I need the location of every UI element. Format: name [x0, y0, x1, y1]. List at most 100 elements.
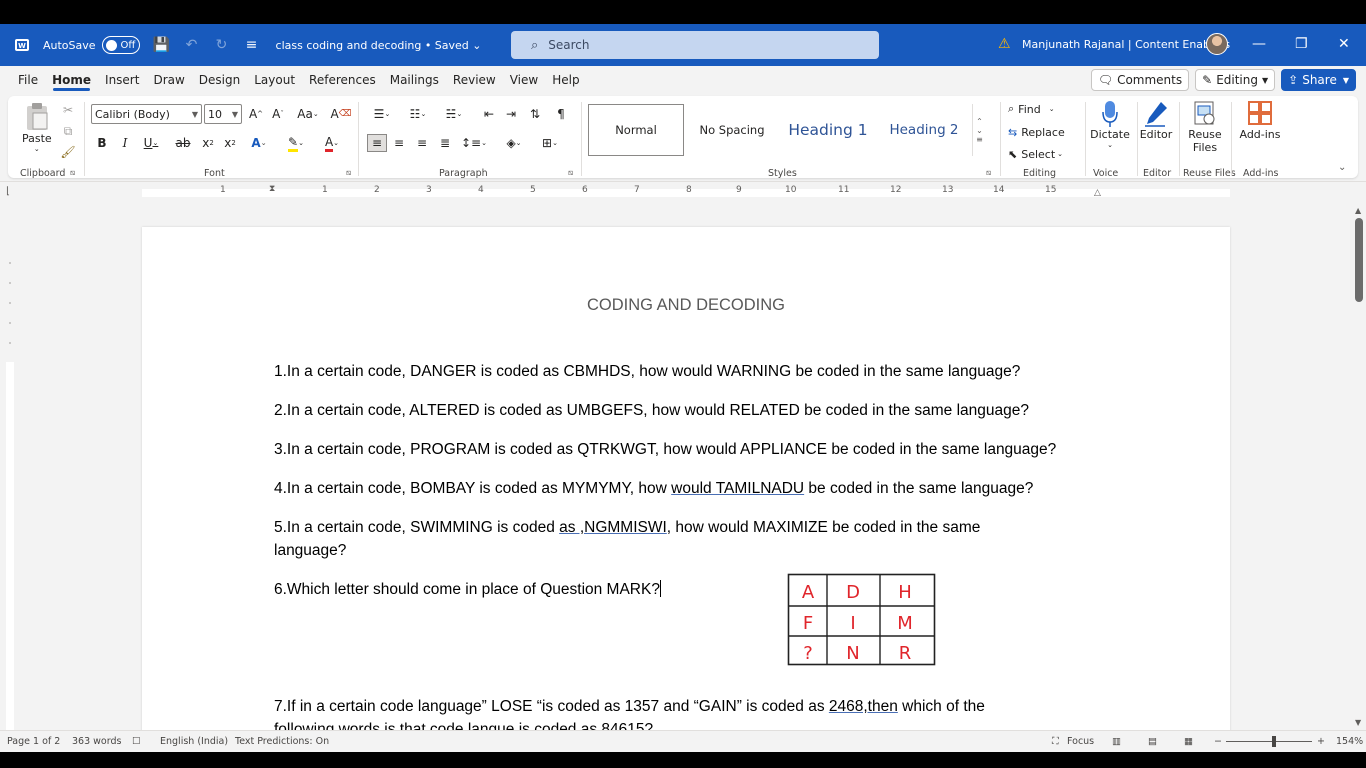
user-name[interactable]: Manjunath Rajanal | Content Enablers [1022, 38, 1230, 51]
style-no-spacing[interactable]: No Spacing [686, 104, 778, 156]
tab-review[interactable]: Review [446, 66, 503, 94]
paste-button[interactable]: Paste ⌄ [22, 102, 52, 153]
comments-button[interactable]: 🗨 Comments [1090, 69, 1190, 91]
dialog-launcher-icon[interactable]: ⧅ [986, 168, 991, 178]
zoom-level[interactable]: 154% [1336, 736, 1363, 747]
align-center-button[interactable]: ≡ [390, 134, 408, 152]
copy-icon[interactable]: ⧉ [60, 123, 76, 139]
document-page[interactable]: CODING AND DECODING 1.In a certain code,… [142, 227, 1230, 730]
align-left-button[interactable]: ≡ [367, 134, 387, 152]
clear-formatting-icon[interactable]: A ⌫ [331, 105, 352, 123]
grow-font-icon[interactable]: A ^ [248, 105, 264, 123]
editing-mode-button[interactable]: ✎ Editing ▼ [1195, 69, 1276, 91]
focus-icon[interactable]: ⛶ [1052, 736, 1059, 747]
zoom-out-icon[interactable]: − [1214, 736, 1222, 747]
borders-icon[interactable]: ⊞ ⌄ [536, 134, 564, 152]
select-button[interactable]: ⬉ Select ⌄ [1008, 145, 1063, 163]
decrease-indent-icon[interactable]: ⇤ [480, 105, 498, 123]
text-predictions-status[interactable]: Text Predictions: On [235, 736, 329, 747]
tab-view[interactable]: View [503, 66, 545, 94]
bullets-icon[interactable]: ☰ ⌄ [368, 105, 396, 123]
zoom-slider[interactable] [1226, 741, 1312, 742]
find-button[interactable]: ⌕ Find ⌄ [1008, 100, 1055, 118]
increase-indent-icon[interactable]: ⇥ [502, 105, 520, 123]
zoom-slider-thumb[interactable] [1272, 736, 1276, 747]
dictate-button[interactable]: Dictate ⌄ [1090, 100, 1130, 149]
tab-home[interactable]: Home [45, 66, 98, 94]
font-color-icon[interactable]: A ⌄ [318, 134, 346, 152]
tab-help[interactable]: Help [545, 66, 586, 94]
print-layout-icon[interactable]: ▤ [1148, 736, 1157, 747]
read-mode-icon[interactable]: ▥ [1112, 736, 1121, 747]
font-name-combo[interactable]: Calibri (Body) ▼ [91, 104, 202, 124]
subscript-button[interactable]: x2 [200, 134, 216, 152]
avatar[interactable] [1206, 33, 1228, 55]
redo-icon[interactable]: ↻ [214, 37, 230, 53]
scroll-down-icon[interactable]: ▼ [1355, 718, 1361, 727]
editor-button[interactable]: Editor [1140, 100, 1172, 141]
share-button[interactable]: ⇪ Share ▼ [1281, 69, 1356, 91]
numbering-icon[interactable]: ☷ ⌄ [404, 105, 432, 123]
tab-selector-icon[interactable]: ⌊ [6, 186, 10, 197]
tab-references[interactable]: References [302, 66, 383, 94]
strikethrough-button[interactable]: ab [174, 134, 192, 152]
superscript-button[interactable]: x2 [222, 134, 238, 152]
tab-mailings[interactable]: Mailings [383, 66, 446, 94]
scrollbar-thumb[interactable] [1355, 218, 1363, 302]
sort-icon[interactable]: ⇅ [526, 105, 544, 123]
scroll-up-icon[interactable]: ▲ [1355, 206, 1361, 215]
dialog-launcher-icon[interactable]: ⧅ [346, 168, 351, 178]
italic-button[interactable]: I [117, 134, 133, 152]
focus-label[interactable]: Focus [1067, 736, 1094, 747]
right-indent-marker-icon[interactable]: △ [1094, 188, 1101, 198]
style-heading-1[interactable]: Heading 1 [780, 104, 876, 156]
change-case-icon[interactable]: Aa ⌄ [294, 105, 322, 123]
cut-icon[interactable]: ✂ [60, 102, 76, 118]
search-input[interactable]: ⌕ Search [511, 31, 879, 59]
style-heading-2[interactable]: Heading 2 [878, 104, 970, 156]
highlight-icon[interactable]: ✎ ⌄ [282, 134, 310, 152]
autosave-toggle[interactable]: Off [101, 36, 140, 54]
add-ins-button[interactable]: Add-ins [1238, 100, 1282, 141]
line-spacing-icon[interactable]: ↕≡ ⌄ [460, 134, 488, 152]
dialog-launcher-icon[interactable]: ⧅ [568, 168, 573, 178]
styles-scroll[interactable]: ⌃ ⌄ ≡ [972, 104, 986, 156]
zoom-in-icon[interactable]: + [1317, 736, 1325, 747]
save-icon[interactable]: 💾 [153, 37, 170, 53]
align-right-button[interactable]: ≡ [413, 134, 431, 152]
bold-button[interactable]: B [94, 134, 110, 152]
word-count[interactable]: 363 words [72, 736, 121, 747]
minimize-icon[interactable]: — [1252, 36, 1266, 52]
font-size-combo[interactable]: 10 ▼ [204, 104, 242, 124]
style-normal[interactable]: Normal [588, 104, 684, 156]
indent-marker-icon[interactable]: ⧗ [269, 184, 275, 194]
dialog-launcher-icon[interactable]: ⧅ [70, 168, 75, 178]
shrink-font-icon[interactable]: Aˇ [270, 105, 286, 123]
underline-button[interactable]: U ⌄ [139, 134, 163, 152]
tab-file[interactable]: File [11, 66, 45, 94]
tab-draw[interactable]: Draw [146, 66, 191, 94]
replace-button[interactable]: ⇆ Replace [1008, 123, 1065, 141]
close-icon[interactable]: ✕ [1338, 36, 1350, 52]
undo-icon[interactable]: ↶ [184, 37, 200, 53]
warning-icon[interactable]: ⚠ [998, 36, 1011, 52]
show-marks-icon[interactable]: ¶ [552, 105, 570, 123]
web-layout-icon[interactable]: ▦ [1184, 736, 1193, 747]
format-painter-icon[interactable]: 🖌 [60, 144, 76, 160]
collapse-ribbon-icon[interactable]: ⌄ [1338, 162, 1346, 173]
shading-icon[interactable]: ◈ ⌄ [500, 134, 528, 152]
restore-icon[interactable]: ❐ [1295, 36, 1308, 52]
language-status[interactable]: English (India) [160, 736, 228, 747]
tab-layout[interactable]: Layout [247, 66, 302, 94]
proofing-icon[interactable]: ☐ [132, 736, 141, 747]
justify-button[interactable]: ≣ [436, 134, 454, 152]
text-effects-icon[interactable]: A ⌄ [246, 134, 272, 152]
vertical-scrollbar[interactable]: ▲ ▼ [1352, 202, 1366, 730]
customize-qat-icon[interactable]: ≡ [244, 37, 260, 53]
document-title[interactable]: class coding and decoding • Saved ⌄ [276, 39, 482, 52]
tab-insert[interactable]: Insert [98, 66, 146, 94]
page-count[interactable]: Page 1 of 2 [7, 736, 60, 747]
reuse-files-button[interactable]: Reuse Files [1186, 100, 1224, 154]
tab-design[interactable]: Design [192, 66, 247, 94]
multilevel-list-icon[interactable]: ☵ ⌄ [440, 105, 468, 123]
